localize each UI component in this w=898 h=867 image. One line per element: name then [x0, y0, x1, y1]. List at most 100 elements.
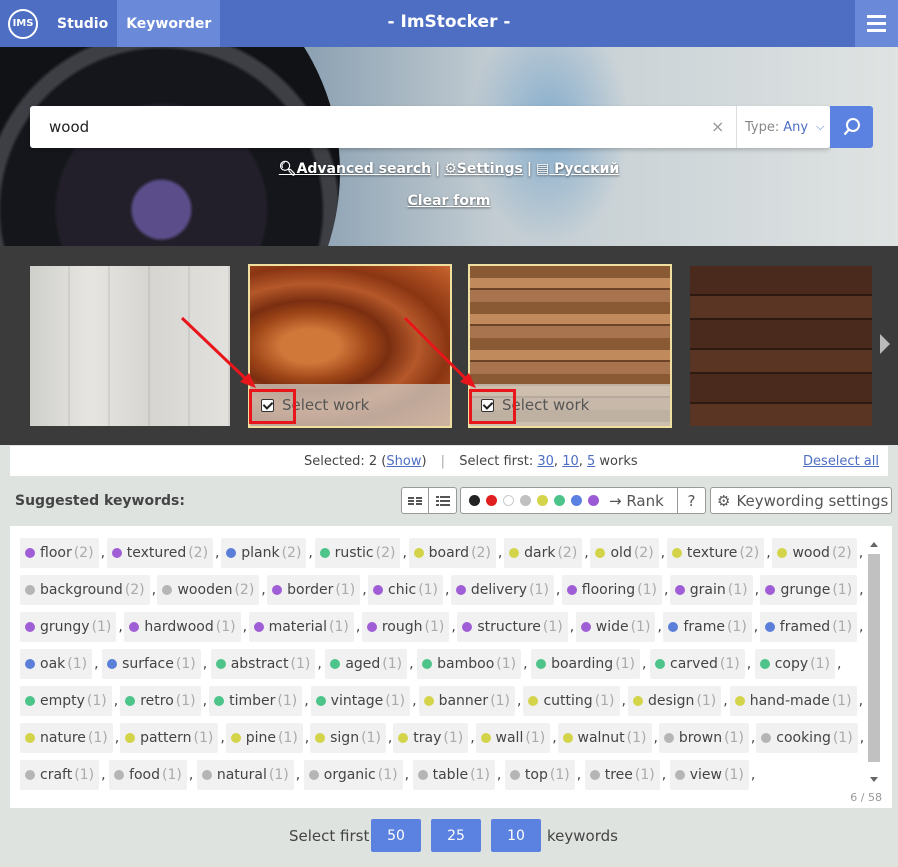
keyword-chip[interactable]: pattern (1)	[120, 723, 219, 753]
keyword-chip[interactable]: cutting (1)	[523, 686, 620, 716]
help-button[interactable]: ?	[677, 488, 705, 513]
keyword-chip[interactable]: wall (1)	[475, 723, 551, 753]
keyword-chip[interactable]: wood (2)	[772, 538, 857, 568]
keyword-chip[interactable]: old (2)	[590, 538, 659, 568]
keyword-chip[interactable]: wooden (2)	[157, 575, 260, 605]
keyword-chip[interactable]: sign (1)	[310, 723, 386, 753]
menu-icon[interactable]	[855, 0, 898, 47]
keyword-chip[interactable]: design (1)	[627, 686, 722, 716]
keyword-chip[interactable]: brown (1)	[658, 723, 749, 753]
keyword-chip[interactable]: rustic (2)	[314, 538, 401, 568]
keyword-chip[interactable]: tree (1)	[584, 760, 660, 790]
keyword-chip[interactable]: floor (2)	[20, 538, 99, 568]
search-input[interactable]	[30, 106, 700, 148]
keyword-chip[interactable]: boarding (1)	[531, 649, 641, 679]
gt-source-icon[interactable]	[469, 495, 480, 506]
keywording-settings-button[interactable]: ⚙ Keywording settings	[710, 487, 892, 514]
keyword-chip[interactable]: flooring (1)	[561, 575, 662, 605]
keyword-chip[interactable]: hardwood (1)	[124, 612, 241, 642]
gray-dot-icon[interactable]	[520, 495, 531, 506]
white-dot-icon[interactable]	[503, 495, 514, 506]
keyword-chip[interactable]: textured (2)	[106, 538, 214, 568]
keyword-chip[interactable]: bamboo (1)	[417, 649, 522, 679]
keyword-chip[interactable]: timber (1)	[209, 686, 303, 716]
rank-button[interactable]: → Rank	[609, 492, 664, 510]
keyword-chip[interactable]: retro (1)	[120, 686, 201, 716]
keyword-chip[interactable]: background (2)	[20, 575, 150, 605]
type-select[interactable]: Type: Any ⌵	[736, 106, 830, 148]
keyword-chip[interactable]: organic (1)	[303, 760, 403, 790]
keyword-chip[interactable]: top (1)	[504, 760, 575, 790]
keyword-chip[interactable]: dark (2)	[504, 538, 583, 568]
keyword-chip[interactable]: plank (2)	[221, 538, 307, 568]
search-button[interactable]	[830, 106, 873, 148]
scrollbar[interactable]	[867, 540, 881, 784]
select-first-10-link[interactable]: 10	[562, 454, 579, 469]
keyword-chip[interactable]: empty (1)	[20, 686, 112, 716]
keyword-chip[interactable]: walnut (1)	[557, 723, 652, 753]
clear-form-link[interactable]: Clear form	[0, 193, 898, 209]
keyword-chip[interactable]: structure (1)	[457, 612, 568, 642]
keyword-chip[interactable]: natural (1)	[196, 760, 294, 790]
keyword-chip[interactable]: aged (1)	[325, 649, 408, 679]
scroll-down-icon[interactable]	[870, 777, 878, 782]
keyword-chip[interactable]: grungy (1)	[20, 612, 117, 642]
keyword-chip[interactable]: oak (1)	[20, 649, 93, 679]
keyword-chip[interactable]: material (1)	[248, 612, 354, 642]
keyword-chip[interactable]: tray (1)	[393, 723, 469, 753]
keyword-chip[interactable]: board (2)	[408, 538, 496, 568]
keyword-chip[interactable]: rough (1)	[361, 612, 450, 642]
yellow-dot-icon[interactable]	[537, 495, 548, 506]
inline-view-button[interactable]	[402, 488, 429, 513]
keyword-chip[interactable]: texture (2)	[666, 538, 765, 568]
keyword-chip[interactable]: frame (1)	[663, 612, 752, 642]
keyword-chip[interactable]: nature (1)	[20, 723, 113, 753]
ims-logo[interactable]: IMS	[8, 8, 38, 39]
keyword-chip[interactable]: abstract (1)	[210, 649, 316, 679]
keyword-chip[interactable]: copy (1)	[754, 649, 835, 679]
green-dot-icon[interactable]	[554, 495, 565, 506]
blue-dot-icon[interactable]	[571, 495, 582, 506]
keyword-chip[interactable]: border (1)	[267, 575, 361, 605]
nav-keyworder[interactable]: Keyworder	[117, 0, 221, 47]
show-selected-link[interactable]: Show	[386, 454, 421, 469]
purple-dot-icon[interactable]	[588, 495, 599, 506]
select-first-5-link[interactable]: 5	[587, 454, 595, 469]
select-first-50-button[interactable]: 50	[371, 819, 421, 852]
select-first-30-link[interactable]: 30	[537, 454, 554, 469]
tm-source-icon[interactable]	[486, 495, 497, 506]
deselect-all-link[interactable]: Deselect all	[803, 454, 879, 469]
keyword-chip[interactable]: table (1)	[412, 760, 495, 790]
keyword-chip[interactable]: grunge (1)	[760, 575, 858, 605]
scroll-up-icon[interactable]	[870, 542, 878, 547]
scroll-thumb[interactable]	[868, 554, 880, 762]
keyword-chip[interactable]: pine (1)	[225, 723, 303, 753]
keyword-chip[interactable]: view (1)	[669, 760, 749, 790]
keyword-chip[interactable]: carved (1)	[650, 649, 745, 679]
settings-link[interactable]: ⚙Settings	[444, 161, 523, 177]
keyword-chip[interactable]: delivery (1)	[450, 575, 554, 605]
keyword-count: (1)	[525, 730, 546, 746]
keyword-rank-dot-icon	[455, 585, 466, 595]
advanced-search-link[interactable]: 🔍︎Advanced search	[279, 161, 431, 177]
nav-studio[interactable]: Studio	[48, 0, 117, 47]
keyword-count: (1)	[74, 767, 95, 783]
keyword-chip[interactable]: grain (1)	[669, 575, 753, 605]
keyword-chip[interactable]: surface (1)	[102, 649, 201, 679]
keyword-chip[interactable]: food (1)	[109, 760, 187, 790]
keyword-count: (1)	[630, 619, 651, 635]
keyword-chip[interactable]: hand-made (1)	[729, 686, 857, 716]
keyword-rank-dot-icon	[308, 770, 319, 780]
keyword-chip[interactable]: chic (1)	[368, 575, 444, 605]
keyword-chip[interactable]: craft (1)	[20, 760, 100, 790]
select-first-25-button[interactable]: 25	[431, 819, 481, 852]
keyword-chip[interactable]: banner (1)	[418, 686, 516, 716]
keyword-chip[interactable]: framed (1)	[759, 612, 858, 642]
language-link[interactable]: ▤ Русский	[536, 161, 619, 177]
clear-search-icon[interactable]: ×	[711, 117, 724, 136]
list-view-button[interactable]	[429, 488, 456, 513]
keyword-chip[interactable]: wide (1)	[575, 612, 656, 642]
keyword-chip[interactable]: cooking (1)	[756, 723, 858, 753]
keyword-chip[interactable]: vintage (1)	[310, 686, 411, 716]
select-first-10-button[interactable]: 10	[491, 819, 541, 852]
